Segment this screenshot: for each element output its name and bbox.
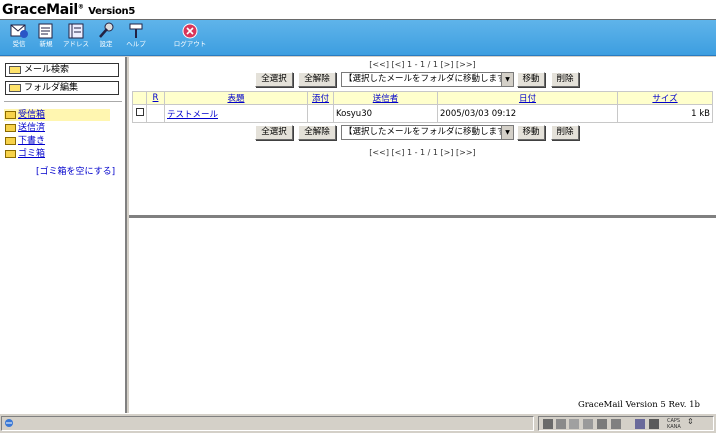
- move-folder-select[interactable]: 【選択したメールをフォルダに移動します】 ▼: [341, 72, 514, 87]
- logout-label: ログアウト: [173, 40, 207, 48]
- deselect-all-button[interactable]: 全解除: [298, 125, 336, 140]
- column-checkbox: [132, 91, 147, 105]
- mail-search-label: メール検索: [24, 65, 70, 75]
- open-folder-icon: [5, 111, 16, 119]
- system-tray: CAPS KANA ⇕: [538, 416, 714, 431]
- receive-icon: [10, 24, 28, 38]
- select-all-button[interactable]: 全選択: [255, 72, 293, 87]
- status-bar: CAPS KANA ⇕: [0, 413, 716, 433]
- search-icon: [9, 66, 21, 74]
- logout-button[interactable]: ログアウト: [173, 22, 207, 54]
- folder-icon: [9, 84, 21, 92]
- help-label: ヘルプ: [126, 40, 146, 48]
- sidebar-item-label[interactable]: 送信済: [18, 123, 45, 133]
- tool-icon[interactable]: [611, 419, 621, 429]
- network-icon[interactable]: [556, 419, 566, 429]
- row-r-cell: [146, 104, 165, 123]
- keyboard-icon[interactable]: [543, 419, 553, 429]
- preview-pane: GraceMail Version 5 Rev. 1b: [129, 218, 716, 413]
- brand-name: GraceMail: [2, 2, 78, 18]
- app-logo: GraceMail® Version5: [2, 2, 136, 18]
- deselect-all-button[interactable]: 全解除: [298, 72, 336, 87]
- pen-icon[interactable]: [635, 419, 645, 429]
- help-button[interactable]: ヘルプ: [120, 22, 152, 54]
- compose-button[interactable]: 新規: [30, 22, 62, 54]
- logout-icon: [182, 23, 198, 39]
- move-folder-select[interactable]: 【選択したメールをフォルダに移動します】 ▼: [341, 125, 514, 140]
- table-header-row: R 表題 添付 送信者 日付 サイズ: [132, 91, 713, 105]
- folder-edit-label: フォルダ編集: [24, 83, 79, 93]
- sidebar-divider: [4, 101, 122, 102]
- delete-button[interactable]: 削除: [551, 125, 579, 140]
- brand-version: Version5: [88, 6, 136, 17]
- folder-edit-button[interactable]: フォルダ編集: [5, 81, 119, 95]
- kana-indicator: KANA: [667, 424, 681, 430]
- chevron-down-icon[interactable]: ▼: [501, 126, 513, 139]
- list-controls-bottom: 全選択 全解除 【選択したメールをフォルダに移動します】 ▼ 移動 削除: [129, 125, 716, 141]
- column-sender[interactable]: 送信者: [333, 91, 438, 105]
- sidebar-item-trash[interactable]: ゴミ箱: [4, 148, 45, 160]
- chevron-down-icon[interactable]: ▼: [501, 73, 513, 86]
- folder-sidebar: メール検索 フォルダ編集 受信箱 送信済 下書き ゴミ箱 [ゴミ箱を空にする]: [0, 57, 127, 413]
- help-icon: [129, 23, 143, 38]
- message-table: R 表題 添付 送信者 日付 サイズ テストメール Kosyu30 2005/0…: [132, 91, 713, 123]
- mail-search-button[interactable]: メール検索: [5, 63, 119, 77]
- settings-button[interactable]: 設定: [90, 22, 122, 54]
- version-footer: GraceMail Version 5 Rev. 1b: [577, 400, 700, 410]
- wrench-icon: [99, 22, 114, 38]
- address-book-icon: [68, 23, 84, 39]
- list-controls-top: 全選択 全解除 【選択したメールをフォルダに移動します】 ▼ 移動 削除: [129, 72, 716, 88]
- status-text-area: [1, 416, 534, 431]
- address-label: アドレス: [63, 40, 89, 48]
- pager-bottom[interactable]: [<<] [<] 1 - 1 / 1 [>] [>>]: [129, 148, 716, 157]
- ime-icon[interactable]: [569, 419, 579, 429]
- empty-trash-link[interactable]: [ゴミ箱を空にする]: [36, 164, 115, 177]
- sidebar-item-sent[interactable]: 送信済: [4, 122, 45, 134]
- row-checkbox-cell[interactable]: [132, 104, 147, 123]
- row-attach-cell: [307, 104, 334, 123]
- column-r[interactable]: R: [146, 91, 165, 105]
- row-subject-cell: テストメール: [164, 104, 308, 123]
- column-size[interactable]: サイズ: [617, 91, 713, 105]
- toolbar: 受信 新規 アドレス 設定 ヘルプ ログアウト: [0, 20, 716, 56]
- subject-link[interactable]: テストメール: [167, 110, 218, 120]
- sidebar-item-drafts[interactable]: 下書き: [4, 135, 45, 147]
- folder-icon: [5, 150, 16, 158]
- row-sender-cell: Kosyu30: [333, 104, 438, 123]
- sidebar-item-inbox[interactable]: 受信箱: [4, 109, 110, 121]
- input-mode-icon[interactable]: [649, 419, 659, 429]
- move-button[interactable]: 移動: [517, 125, 545, 140]
- row-date-cell: 2005/03/03 09:12: [437, 104, 618, 123]
- row-size-cell: 1 kB: [617, 104, 713, 123]
- folder-icon: [5, 137, 16, 145]
- row-checkbox[interactable]: [135, 108, 144, 116]
- column-subject[interactable]: 表題: [164, 91, 308, 105]
- dictionary-icon[interactable]: [583, 419, 593, 429]
- browser-icon: [5, 419, 13, 427]
- folder-icon: [5, 124, 16, 132]
- pager-top[interactable]: [<<] [<] 1 - 1 / 1 [>] [>>]: [129, 60, 716, 69]
- message-list-pane: [<<] [<] 1 - 1 / 1 [>] [>>] 全選択 全解除 【選択し…: [129, 57, 716, 215]
- move-folder-select-value: 【選択したメールをフォルダに移動します】: [344, 74, 514, 84]
- compose-icon: [38, 23, 53, 39]
- sidebar-item-label[interactable]: ゴミ箱: [18, 149, 45, 159]
- move-button[interactable]: 移動: [517, 72, 545, 87]
- delete-button[interactable]: 削除: [551, 72, 579, 87]
- column-date[interactable]: 日付: [437, 91, 618, 105]
- settings-icon[interactable]: [597, 419, 607, 429]
- app-header: GraceMail® Version5: [0, 0, 716, 20]
- compose-label: 新規: [39, 40, 53, 48]
- select-all-button[interactable]: 全選択: [255, 125, 293, 140]
- sidebar-item-label[interactable]: 下書き: [18, 136, 45, 146]
- chevron-up-down-icon[interactable]: ⇕: [687, 418, 694, 426]
- move-folder-select-value: 【選択したメールをフォルダに移動します】: [344, 127, 514, 137]
- table-row[interactable]: テストメール Kosyu30 2005/03/03 09:12 1 kB: [132, 104, 713, 123]
- settings-label: 設定: [99, 40, 113, 48]
- address-button[interactable]: アドレス: [60, 22, 92, 54]
- column-attach[interactable]: 添付: [307, 91, 334, 105]
- sidebar-item-label[interactable]: 受信箱: [18, 110, 45, 120]
